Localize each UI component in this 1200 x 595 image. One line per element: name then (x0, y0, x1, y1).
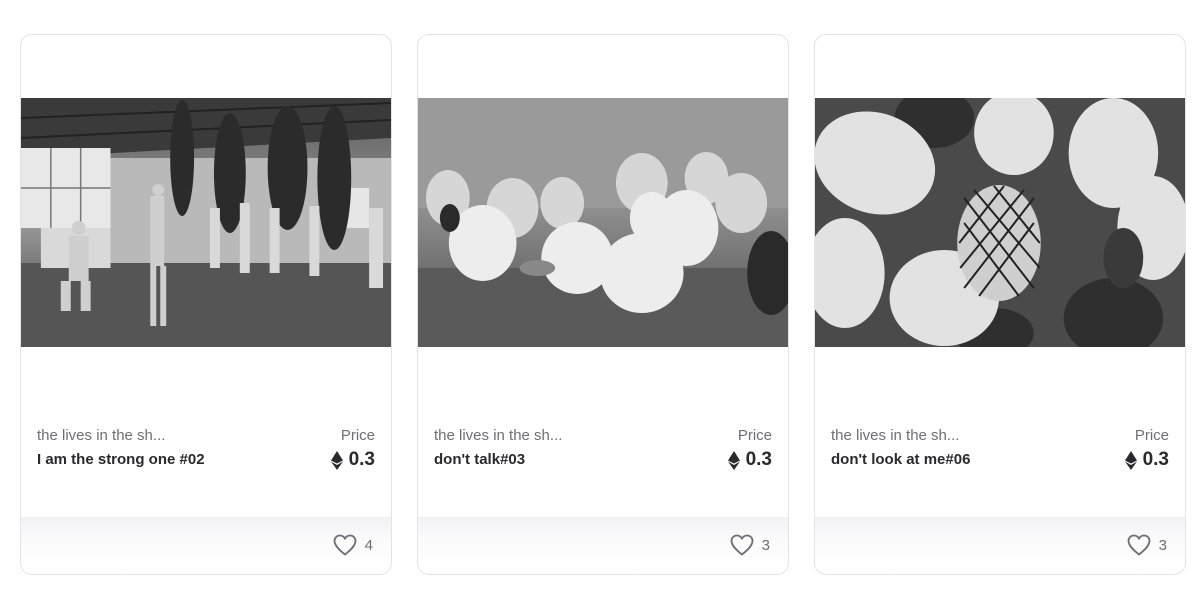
card-footer: 3 (418, 517, 788, 574)
collection-name[interactable]: the lives in the sh... (831, 427, 959, 444)
nft-image[interactable] (21, 98, 391, 347)
nft-info: the lives in the sh... don't look at me#… (831, 427, 1169, 477)
ethereum-icon (330, 450, 343, 470)
price: 0.3 (330, 449, 375, 471)
like-count-value: 3 (761, 536, 770, 554)
like-count: 3 (1127, 534, 1167, 556)
nft-card[interactable]: the lives in the sh... I am the strong o… (20, 34, 392, 575)
mannequin-warehouse-photo (21, 98, 391, 347)
price-label: Price (1134, 427, 1169, 444)
nft-image[interactable] (815, 98, 1185, 347)
ethereum-icon (1124, 450, 1137, 470)
nft-title[interactable]: I am the strong one #02 (37, 451, 205, 468)
nft-title[interactable]: don't look at me#06 (831, 451, 970, 468)
collection-name[interactable]: the lives in the sh... (37, 427, 165, 444)
nft-card[interactable]: the lives in the sh... don't talk#03 Pri… (417, 34, 789, 575)
nft-card[interactable]: the lives in the sh... don't look at me#… (814, 34, 1186, 575)
like-count: 4 (333, 534, 373, 556)
ethereum-icon (727, 450, 740, 470)
nft-info: the lives in the sh... don't talk#03 Pri… (434, 427, 772, 477)
like-count-value: 3 (1158, 536, 1167, 554)
price: 0.3 (727, 449, 772, 471)
price-label: Price (737, 427, 772, 444)
price-value: 0.3 (348, 449, 375, 470)
heart-icon[interactable] (333, 534, 357, 556)
collection-name[interactable]: the lives in the sh... (434, 427, 562, 444)
like-count-value: 4 (364, 536, 373, 554)
price-value: 0.3 (745, 449, 772, 470)
nft-info: the lives in the sh... I am the strong o… (37, 427, 375, 477)
heart-icon[interactable] (1127, 534, 1151, 556)
price-label: Price (340, 427, 375, 444)
card-footer: 4 (21, 517, 391, 574)
card-footer: 3 (815, 517, 1185, 574)
mannequin-heads-photo (418, 98, 788, 347)
nft-image[interactable] (418, 98, 788, 347)
price-value: 0.3 (1142, 449, 1169, 470)
heart-icon[interactable] (730, 534, 754, 556)
netted-mannequin-heads-photo (815, 98, 1185, 347)
nft-card-grid: the lives in the sh... I am the strong o… (0, 0, 1200, 595)
price: 0.3 (1124, 449, 1169, 471)
like-count: 3 (730, 534, 770, 556)
nft-title[interactable]: don't talk#03 (434, 451, 525, 468)
